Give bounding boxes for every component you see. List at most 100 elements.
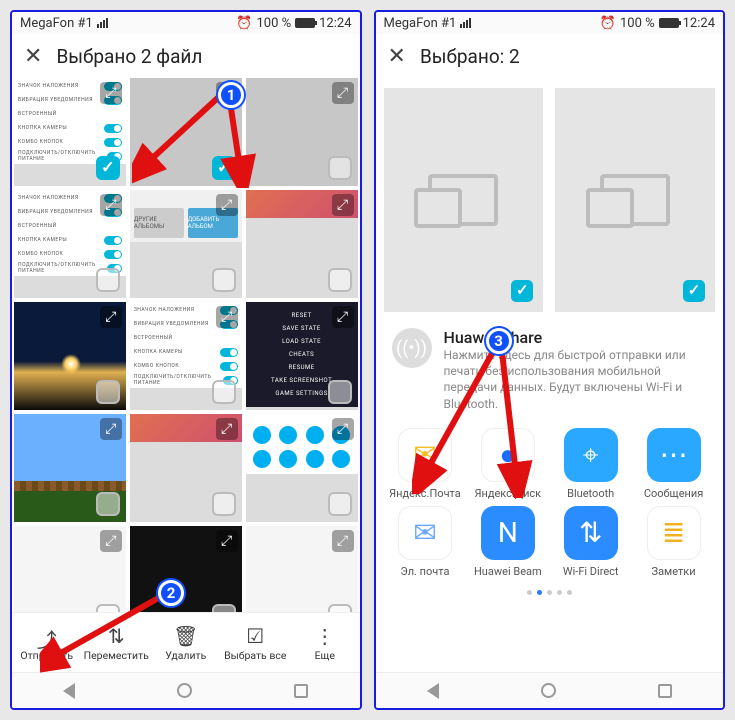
checkbox[interactable] [328, 156, 352, 180]
thumbnail[interactable]: ЗНАЧОК НАЛОЖЕНИЯ ВИБРАЦИЯ УВЕДОМЛЕНИЯ ВС… [130, 302, 242, 410]
signal-icon [97, 18, 108, 28]
thumbnail[interactable]: ⤢ [130, 526, 242, 612]
app-icon: ✉ [398, 506, 452, 560]
expand-icon[interactable]: ⤢ [332, 530, 354, 552]
checkbox[interactable] [96, 604, 120, 612]
checkbox[interactable] [328, 604, 352, 612]
preview-thumb[interactable] [384, 88, 544, 312]
pager-dot[interactable] [537, 590, 542, 595]
app-label: Wi-Fi Direct [563, 565, 619, 578]
battery-pct: 100 % [620, 16, 655, 31]
pager-dot[interactable] [557, 590, 562, 595]
send-button[interactable]: ⤴ Отправить [12, 613, 82, 672]
thumbnail[interactable]: ⤢ [246, 414, 358, 522]
app-icon: ⇅ [564, 506, 618, 560]
battery-icon [659, 18, 679, 28]
huawei-share-title: Huawei Share [444, 328, 708, 347]
checkbox[interactable] [212, 604, 236, 612]
app-icon: ⌖ [564, 428, 618, 482]
delete-button[interactable]: 🗑 Удалить [151, 613, 221, 672]
checkbox[interactable] [212, 492, 236, 516]
home-icon[interactable] [541, 683, 556, 698]
alarm-icon: ⏰ [236, 16, 252, 31]
expand-icon[interactable]: ⤢ [100, 418, 122, 440]
share-target[interactable]: ✉Эл. почта [386, 506, 465, 578]
more-button[interactable]: ⋮ Еще [290, 613, 360, 672]
app-icon: ✉ [398, 428, 452, 482]
checkbox[interactable] [212, 380, 236, 404]
app-label: Яндекс.Почта [389, 487, 461, 500]
checkbox[interactable] [212, 268, 236, 292]
share-target[interactable]: ●Яндекс.Диск [468, 428, 547, 500]
pager-dot[interactable] [547, 590, 552, 595]
share-target[interactable]: ≣Заметки [634, 506, 713, 578]
thumbnail[interactable]: ⤢ [14, 302, 126, 410]
expand-icon[interactable]: ⤢ [332, 306, 354, 328]
share-sheet: ((•)) Huawei Share Нажмите здесь для быс… [376, 78, 724, 672]
thumbnail[interactable]: ЗНАЧОК НАЛОЖЕНИЯ ВИБРАЦИЯ УВЕДОМЛЕНИЯ ВС… [14, 190, 126, 298]
home-icon[interactable] [177, 683, 192, 698]
expand-icon[interactable]: ⤢ [216, 418, 238, 440]
checkbox[interactable] [96, 380, 120, 404]
thumbnail[interactable]: ⤢ [246, 78, 358, 186]
back-icon[interactable] [63, 683, 75, 699]
thumbnail[interactable]: ДРУГИЕ АЛЬБОМЫ ДОБАВИТЬ АЛЬБОМ ⤢ [130, 190, 242, 298]
selection-header: ✕ Выбрано: 2 [376, 34, 724, 78]
share-target[interactable]: NHuawei Beam [468, 506, 547, 578]
expand-icon[interactable]: ⤢ [216, 82, 238, 104]
checkbox[interactable] [328, 268, 352, 292]
checkbox[interactable] [328, 492, 352, 516]
close-icon[interactable]: ✕ [388, 44, 406, 69]
move-button[interactable]: ⇅ Переместить [82, 613, 152, 672]
expand-icon[interactable]: ⤢ [100, 306, 122, 328]
checkbox-checked[interactable] [683, 280, 705, 302]
expand-icon[interactable]: ⤢ [332, 82, 354, 104]
selected-preview-row [376, 78, 724, 318]
app-label: Bluetooth [567, 487, 614, 500]
pager-dot[interactable] [527, 590, 532, 595]
selection-title: Выбрано: 2 [420, 45, 520, 68]
app-icon: ⋯ [647, 428, 701, 482]
share-icon: ⤴ [37, 624, 57, 646]
share-target[interactable]: ⋯Сообщения [634, 428, 713, 500]
signal-icon [460, 18, 471, 28]
checkbox[interactable] [96, 492, 120, 516]
expand-icon[interactable]: ⤢ [332, 418, 354, 440]
recents-icon[interactable] [294, 684, 308, 698]
recents-icon[interactable] [658, 684, 672, 698]
app-label: Huawei Beam [474, 565, 542, 578]
thumbnail[interactable]: ⤢ [14, 526, 126, 612]
huawei-share-row[interactable]: ((•)) Huawei Share Нажмите здесь для быс… [376, 318, 724, 416]
checkbox-checked[interactable] [96, 156, 120, 180]
share-target[interactable]: ✉ Яндекс.Почта [386, 428, 465, 500]
checkbox-checked[interactable] [511, 280, 533, 302]
app-icon: ≣ [647, 506, 701, 560]
thumbnail[interactable]: ⤢ [246, 190, 358, 298]
select-all-button[interactable]: ☑ Выбрать все [221, 613, 291, 672]
thumbnail[interactable]: ⤢ [130, 78, 242, 186]
expand-icon[interactable]: ⤢ [332, 194, 354, 216]
expand-icon[interactable]: ⤢ [216, 530, 238, 552]
selection-title: Выбрано 2 файл [56, 45, 202, 68]
phone-right screenshot: MegaFon #1 ⏰ 100 % 12:24 ✕ Выбрано: 2 [374, 10, 726, 710]
pager-dot[interactable] [567, 590, 572, 595]
expand-icon[interactable]: ⤢ [100, 82, 122, 104]
selection-header: ✕ Выбрано 2 файл [12, 34, 360, 78]
expand-icon[interactable]: ⤢ [216, 306, 238, 328]
share-target[interactable]: ⌖ Bluetooth [551, 428, 630, 500]
back-icon[interactable] [427, 683, 439, 699]
checkbox[interactable] [328, 380, 352, 404]
checkbox[interactable] [96, 268, 120, 292]
share-target[interactable]: ⇅ Wi-Fi Direct [551, 506, 630, 578]
thumbnail[interactable]: ⤢ [14, 414, 126, 522]
thumbnail[interactable]: ⤢ [246, 526, 358, 612]
thumbnail[interactable]: ЗНАЧОК НАЛОЖЕНИЯ ВИБРАЦИЯ УВЕДОМЛЕНИЯ ВС… [14, 78, 126, 186]
close-icon[interactable]: ✕ [24, 44, 42, 69]
expand-icon[interactable]: ⤢ [100, 530, 122, 552]
thumbnail[interactable]: ⤢ [130, 414, 242, 522]
expand-icon[interactable]: ⤢ [216, 194, 238, 216]
preview-thumb[interactable] [555, 88, 715, 312]
checkbox-checked[interactable] [212, 156, 236, 180]
expand-icon[interactable]: ⤢ [100, 194, 122, 216]
thumbnail[interactable]: RESET SAVE STATE LOAD STATE CHEATS RESUM… [246, 302, 358, 410]
